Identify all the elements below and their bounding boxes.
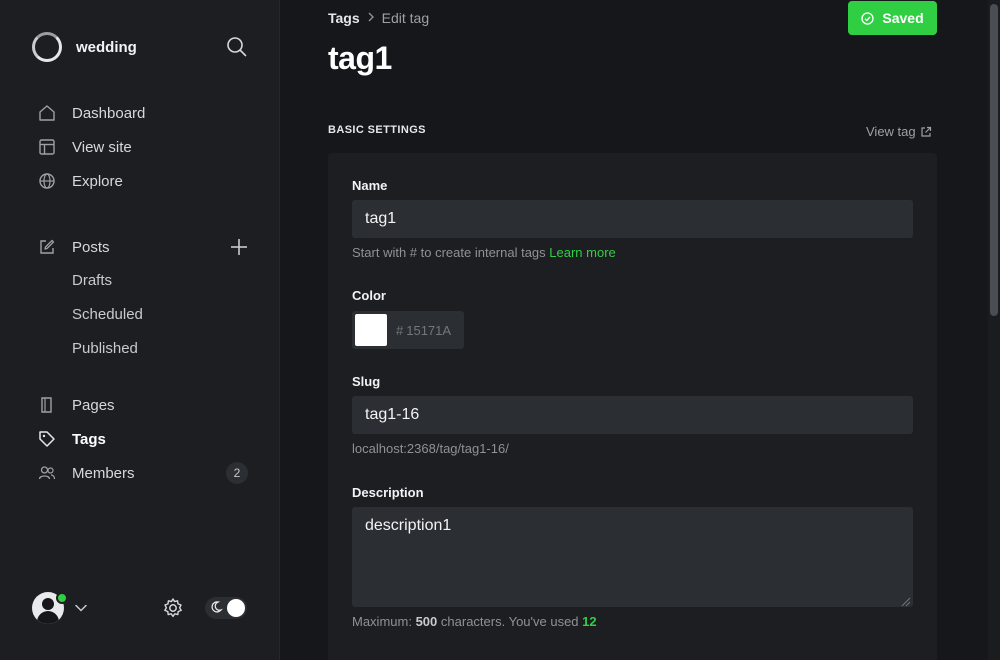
nav-tags-label: Tags bbox=[72, 430, 106, 448]
limit-mid: characters. You've used bbox=[440, 614, 579, 629]
section-title: BASIC SETTINGS bbox=[328, 124, 426, 136]
new-post-plus-icon[interactable] bbox=[229, 237, 249, 257]
slug-input[interactable] bbox=[352, 396, 913, 434]
slug-label: Slug bbox=[352, 374, 381, 389]
page-icon bbox=[38, 396, 56, 414]
hex-placeholder: 15171A bbox=[406, 322, 452, 338]
nav-view-site-label: View site bbox=[72, 138, 132, 156]
limit-used: 12 bbox=[582, 614, 597, 629]
nav-published[interactable]: Published bbox=[72, 340, 138, 357]
nav-drafts[interactable]: Drafts bbox=[72, 272, 112, 289]
edit-icon bbox=[38, 238, 56, 256]
layout-icon bbox=[38, 138, 56, 156]
view-tag-label: View tag bbox=[866, 124, 916, 139]
site-brand[interactable]: wedding bbox=[32, 32, 137, 62]
site-logo-icon bbox=[32, 32, 62, 62]
nav-posts-label: Posts bbox=[72, 238, 110, 256]
members-count-badge: 2 bbox=[226, 462, 248, 484]
name-hint-text: Start with # to create internal tags bbox=[352, 245, 546, 260]
limit-max: 500 bbox=[415, 614, 438, 629]
nav-pages-label: Pages bbox=[72, 396, 115, 414]
nav-tags[interactable]: Tags bbox=[38, 427, 106, 451]
description-label: Description bbox=[352, 485, 424, 500]
user-menu[interactable] bbox=[32, 592, 68, 626]
description-textarea[interactable]: description1 bbox=[352, 507, 913, 607]
globe-icon bbox=[38, 172, 56, 190]
chevron-right-icon bbox=[367, 11, 375, 25]
scrollbar[interactable] bbox=[988, 0, 1000, 660]
nav-posts[interactable]: Posts bbox=[38, 235, 110, 259]
nav-pages[interactable]: Pages bbox=[38, 393, 115, 417]
moon-icon bbox=[209, 600, 223, 614]
breadcrumb: Tags Edit tag bbox=[328, 10, 429, 26]
nav-view-site[interactable]: View site bbox=[38, 135, 132, 159]
nav-dashboard-label: Dashboard bbox=[72, 104, 146, 122]
color-label: Color bbox=[352, 288, 386, 303]
nav-explore[interactable]: Explore bbox=[38, 169, 123, 193]
hex-hash: # bbox=[396, 322, 404, 338]
chevron-down-icon[interactable] bbox=[74, 601, 88, 615]
name-hint: Start with # to create internal tags Lea… bbox=[352, 245, 616, 260]
resize-grip-icon[interactable] bbox=[900, 594, 911, 607]
nav-explore-label: Explore bbox=[72, 172, 123, 190]
online-status-dot bbox=[56, 592, 68, 604]
learn-more-link[interactable]: Learn more bbox=[549, 245, 615, 260]
view-tag-link[interactable]: View tag bbox=[866, 124, 932, 139]
slug-url-preview: localhost:2368/tag/tag1-16/ bbox=[352, 441, 509, 456]
page-title: tag1 bbox=[328, 40, 392, 76]
name-label: Name bbox=[352, 178, 388, 193]
tag-icon bbox=[38, 430, 56, 448]
nav-members[interactable]: Members bbox=[38, 461, 135, 485]
toggle-knob bbox=[227, 599, 245, 617]
gear-icon[interactable] bbox=[162, 597, 184, 619]
save-button-label: Saved bbox=[882, 10, 924, 26]
limit-prefix: Maximum: bbox=[352, 614, 412, 629]
sidebar: wedding Dashboard View site Explore Post… bbox=[0, 0, 280, 660]
name-input[interactable] bbox=[352, 200, 913, 238]
breadcrumb-current: Edit tag bbox=[381, 10, 430, 26]
nav-members-label: Members bbox=[72, 464, 135, 482]
color-hex-input[interactable]: # 15171A bbox=[390, 311, 464, 349]
color-chip bbox=[355, 314, 387, 346]
scrollbar-thumb[interactable] bbox=[990, 4, 998, 316]
external-link-icon bbox=[920, 126, 932, 138]
nav-dashboard[interactable]: Dashboard bbox=[38, 101, 145, 125]
home-icon bbox=[38, 104, 56, 122]
description-char-count: Maximum: 500 characters. You've used 12 bbox=[352, 614, 597, 629]
members-icon bbox=[38, 464, 56, 482]
dark-mode-toggle[interactable] bbox=[205, 597, 247, 619]
breadcrumb-tags-link[interactable]: Tags bbox=[328, 10, 360, 26]
check-circle-icon bbox=[861, 11, 875, 25]
save-button[interactable]: Saved bbox=[848, 1, 937, 35]
site-name: wedding bbox=[76, 38, 137, 56]
nav-scheduled[interactable]: Scheduled bbox=[72, 306, 143, 323]
search-icon[interactable] bbox=[226, 36, 248, 58]
color-swatch[interactable] bbox=[352, 311, 390, 349]
